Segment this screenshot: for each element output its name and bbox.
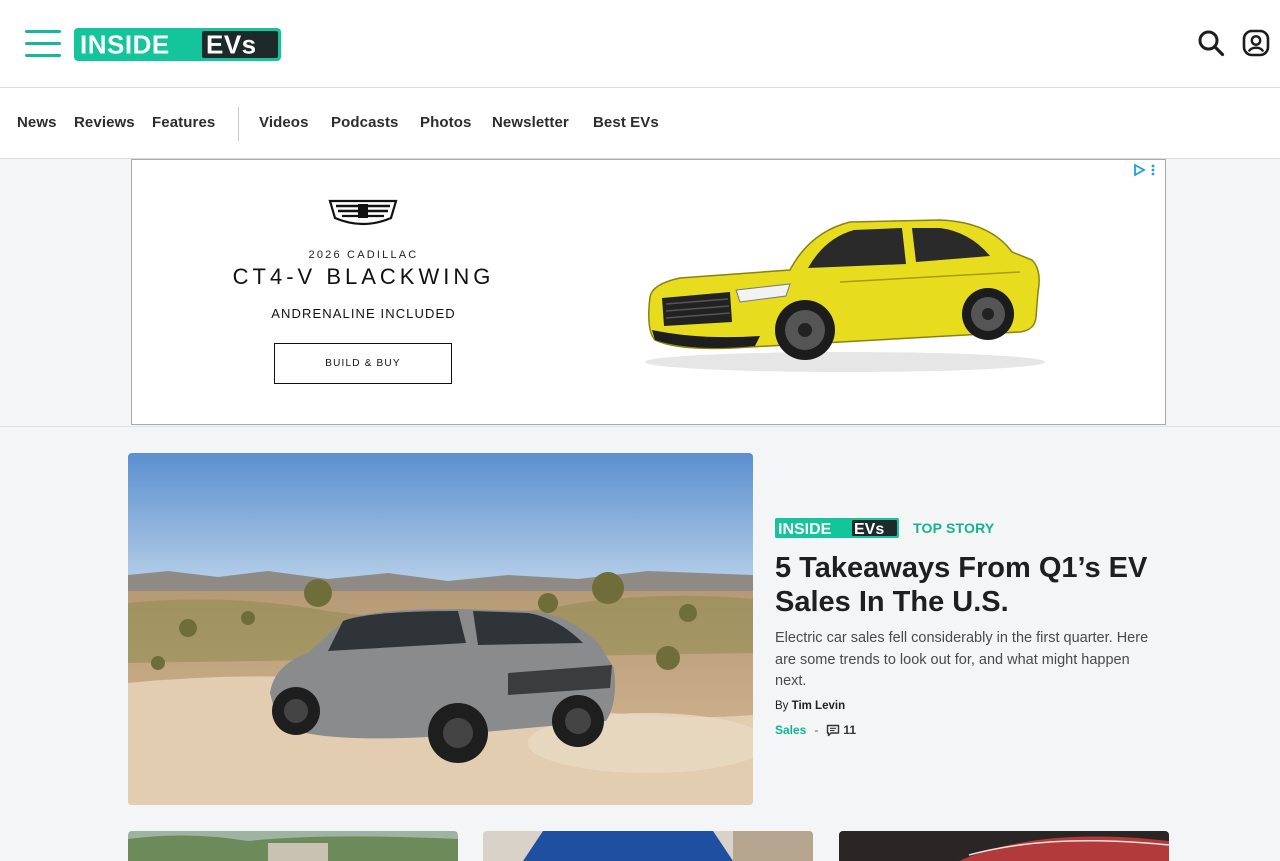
svg-text:INSIDE: INSIDE [80, 30, 170, 60]
article-thumbnail[interactable] [839, 831, 1169, 861]
top-story-meta: Sales - 11 [775, 723, 856, 737]
svg-text:EVs: EVs [854, 521, 884, 538]
build-and-buy-button[interactable]: BUILD & BUY [274, 343, 452, 384]
cadillac-crest-icon [328, 199, 398, 226]
svg-text:EVs: EVs [206, 30, 257, 60]
ad-model: CT4-V BLACKWING [232, 264, 495, 289]
main-nav: News Reviews Features Videos Podcasts Ph… [0, 88, 1280, 159]
advertisement[interactable]: 2026 CADILLAC CT4-V BLACKWING ANDRENALIN… [131, 159, 1166, 425]
nav-item-podcasts[interactable]: Podcasts [331, 114, 399, 131]
comment-count[interactable]: 11 [843, 723, 856, 737]
top-story-description: Electric car sales fell considerably in … [775, 630, 1149, 689]
author-name[interactable]: Tim Levin [792, 700, 845, 712]
insideevs-brand-icon: INSIDE EVs [775, 518, 899, 538]
top-story-label: TOP STORY [913, 520, 995, 536]
article-thumbnail[interactable] [483, 831, 813, 861]
nav-item-videos[interactable]: Videos [259, 114, 309, 131]
nav-item-news[interactable]: News [17, 114, 57, 131]
svg-text:INSIDE: INSIDE [778, 521, 832, 538]
nav-item-photos[interactable]: Photos [420, 114, 471, 131]
ad-car-image [645, 219, 1045, 372]
ad-year-make: 2026 CADILLAC [308, 249, 419, 261]
hamburger-icon[interactable] [25, 30, 61, 58]
ad-band: 2026 CADILLAC CT4-V BLACKWING ANDRENALIN… [0, 159, 1280, 427]
search-icon[interactable] [1197, 29, 1225, 57]
meta-separator: - [814, 723, 819, 737]
top-story-byline: By Tim Levin [775, 700, 845, 712]
top-story-title[interactable]: 5 Takeaways From Q1’s EV Sales In The U.… [775, 551, 1165, 619]
nav-item-features[interactable]: Features [152, 114, 215, 131]
nav-divider [238, 107, 239, 141]
byline-prefix: By [775, 700, 789, 712]
article-thumbnail[interactable] [128, 831, 458, 861]
nav-item-reviews[interactable]: Reviews [74, 114, 135, 131]
site-header: INSIDE EVs [0, 0, 1280, 88]
top-story-image[interactable] [128, 453, 753, 805]
category-link[interactable]: Sales [775, 723, 806, 737]
user-icon[interactable] [1242, 29, 1270, 57]
ad-tagline: ANDRENALINE INCLUDED [271, 306, 456, 321]
site-logo[interactable]: INSIDE EVs [74, 28, 281, 61]
comment-icon[interactable] [826, 724, 840, 737]
nav-item-newsletter[interactable]: Newsletter [492, 114, 569, 131]
ad-choices-icon[interactable] [1131, 162, 1157, 178]
nav-item-best-evs[interactable]: Best EVs [593, 114, 659, 131]
